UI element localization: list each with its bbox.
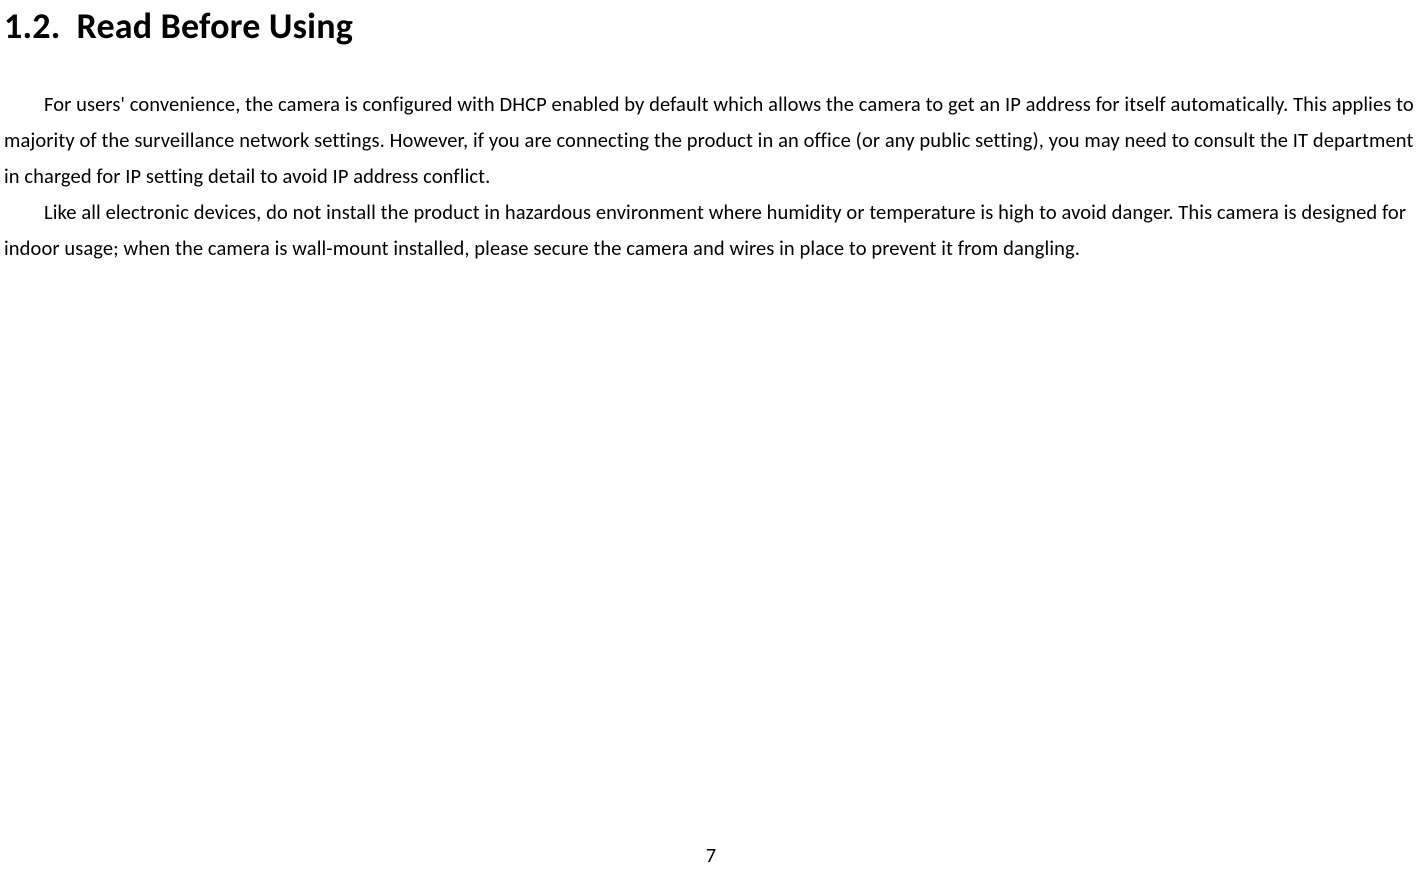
section-number: 1.2. [4,4,61,48]
page-content: 1.2. Read Before Using For users' conveni… [0,4,1422,266]
paragraph-1: For users' convenience, the camera is co… [4,86,1414,194]
section-title: Read Before Using [77,4,353,48]
section-heading: 1.2. Read Before Using [4,4,1414,48]
body-text: For users' convenience, the camera is co… [4,86,1414,266]
paragraph-2: Like all electronic devices, do not inst… [4,194,1414,266]
page-number: 7 [0,844,1422,868]
